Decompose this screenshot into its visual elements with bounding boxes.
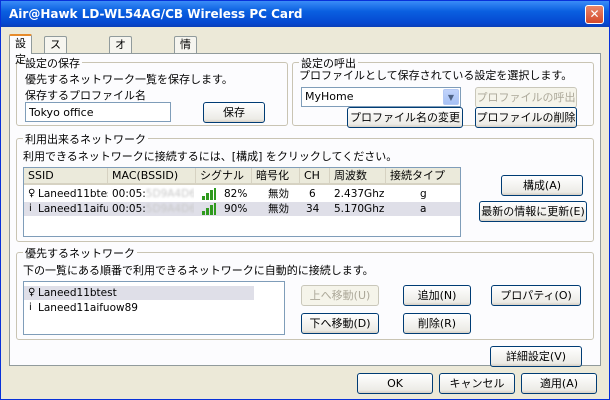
tab-status[interactable]: ステータス	[44, 36, 67, 115]
tab-settings[interactable]: 設定	[9, 34, 32, 66]
row-encryption: 無効	[268, 188, 289, 200]
row-mac-hidden: 5D9A4D6F	[145, 203, 194, 215]
profile-name-input[interactable]	[25, 102, 171, 122]
preferred-item-label: Laneed11btest	[38, 287, 117, 299]
access-point-icon: ♀	[28, 188, 36, 199]
save-description: 優先するネットワーク一覧を保存します。	[25, 73, 233, 86]
add-button[interactable]: 追加(N)	[403, 285, 471, 306]
row-mac: 00:05:5D9A4D6F	[112, 187, 194, 201]
preferred-networks-group: 優先するネットワーク 下の一覧にある順番で利用できるネットワークに自動的に接続し…	[16, 245, 594, 340]
tab-info[interactable]: 情報	[174, 36, 197, 67]
available-description: 利用できるネットワークに接続するには、[構成] をクリックしてください。	[23, 150, 398, 163]
column-encryption[interactable]: 暗号化	[252, 168, 300, 185]
load-description: プロファイルとして保存されている設定を選択します。	[299, 69, 573, 82]
properties-button[interactable]: プロパティ(O)	[491, 285, 581, 306]
list-item[interactable]: ⅰ Laneed11aifuow89	[24, 301, 284, 315]
title-bar: Air@Hawk LD-WL54AG/CB Wireless PC Card ✕	[1, 1, 609, 27]
available-group-title: 利用出来るネットワーク	[23, 131, 148, 147]
row-mac-prefix: 00:05:	[112, 203, 146, 215]
available-networks-list[interactable]: SSID MAC(BSSID) シグナル 暗号化 CH 周波数 接続タイプ ♀ …	[23, 167, 461, 237]
remove-button[interactable]: 削除(R)	[403, 313, 471, 334]
row-mac-prefix: 00:05:	[112, 188, 146, 200]
load-profile-button[interactable]: プロファイルの呼出	[475, 87, 577, 108]
row-signal: 90%	[224, 203, 248, 215]
configure-button[interactable]: 構成(A)	[501, 175, 583, 196]
preferred-group-title: 優先するネットワーク	[23, 245, 137, 261]
move-down-button[interactable]: 下へ移動(D)	[301, 313, 379, 334]
column-mac[interactable]: MAC(BSSID)	[108, 168, 196, 185]
table-row[interactable]: ⅰ Laneed11aifu... 00:05:5D9A4D6F 90% 無効 …	[24, 202, 460, 216]
column-signal[interactable]: シグナル	[196, 168, 252, 185]
row-ssid: Laneed11aifu...	[38, 203, 108, 215]
apply-button[interactable]: 適用(A)	[521, 373, 597, 394]
delete-profile-button[interactable]: プロファイルの削除	[475, 107, 577, 128]
preferred-item-label: Laneed11aifuow89	[38, 302, 138, 314]
profile-name-label: 保存するプロファイル名	[25, 89, 146, 102]
save-button[interactable]: 保存	[203, 102, 265, 123]
row-channel: 6	[309, 188, 316, 200]
row-frequency: 2.437Ghz	[334, 188, 384, 200]
list-item[interactable]: ♀ Laneed11btest	[24, 286, 254, 300]
chevron-down-icon[interactable]: ▼	[443, 89, 459, 105]
available-networks-group: 利用出来るネットワーク 利用できるネットワークに接続するには、[構成] をクリッ…	[16, 131, 594, 242]
column-ssid[interactable]: SSID	[24, 168, 108, 185]
row-connection-type: a	[420, 203, 427, 215]
row-encryption: 無効	[268, 203, 289, 215]
column-frequency[interactable]: 周波数	[330, 168, 386, 185]
row-ssid: Laneed11btest	[38, 188, 108, 200]
antenna-icon: ⅰ	[29, 302, 32, 313]
row-mac-hidden: 5D9A4D6F	[145, 188, 194, 200]
row-signal: 82%	[224, 188, 248, 200]
profile-select[interactable]: MyHome ▼	[301, 87, 461, 107]
move-up-button[interactable]: 上へ移動(U)	[301, 285, 379, 306]
signal-strength-icon	[202, 203, 216, 215]
advanced-settings-button[interactable]: 詳細設定(V)	[490, 346, 582, 367]
tab-options[interactable]: オプション	[109, 36, 132, 115]
table-row[interactable]: ♀ Laneed11btest 00:05:5D9A4D6F 82% 無効 6 …	[24, 187, 460, 201]
save-settings-group: 設定の保存 優先するネットワーク一覧を保存します。 保存するプロファイル名 保存	[16, 55, 288, 126]
access-point-icon: ♀	[28, 287, 36, 298]
load-settings-group: 設定の呼出 プロファイルとして保存されている設定を選択します。 MyHome ▼…	[292, 55, 594, 128]
cancel-button[interactable]: キャンセル	[439, 373, 515, 394]
main-window: Air@Hawk LD-WL54AG/CB Wireless PC Card ✕…	[0, 0, 610, 400]
row-frequency: 5.170Ghz	[334, 203, 384, 215]
row-channel: 34	[306, 203, 320, 215]
refresh-button[interactable]: 最新の情報に更新(E)	[479, 201, 587, 222]
window-title: Air@Hawk LD-WL54AG/CB Wireless PC Card	[9, 7, 303, 21]
column-channel[interactable]: CH	[300, 168, 330, 185]
ok-button[interactable]: OK	[357, 373, 433, 394]
rename-profile-button[interactable]: プロファイル名の変更	[347, 107, 463, 128]
row-mac: 00:05:5D9A4D6F	[112, 202, 194, 216]
settings-panel: 設定の保存 優先するネットワーク一覧を保存します。 保存するプロファイル名 保存…	[9, 53, 601, 367]
preferred-networks-list[interactable]: ♀ Laneed11btest ⅰ Laneed11aifuow89	[23, 281, 285, 335]
signal-strength-icon	[202, 188, 216, 200]
close-button[interactable]: ✕	[585, 5, 604, 24]
save-group-title: 設定の保存	[23, 55, 82, 71]
antenna-icon: ⅰ	[29, 203, 32, 214]
preferred-description: 下の一覧にある順番で利用できるネットワークに自動的に接続します。	[23, 264, 374, 277]
column-connection-type[interactable]: 接続タイプ	[386, 168, 460, 185]
list-header: SSID MAC(BSSID) シグナル 暗号化 CH 周波数 接続タイプ	[24, 168, 460, 185]
profile-select-value: MyHome	[305, 90, 354, 103]
row-connection-type: g	[420, 188, 427, 200]
